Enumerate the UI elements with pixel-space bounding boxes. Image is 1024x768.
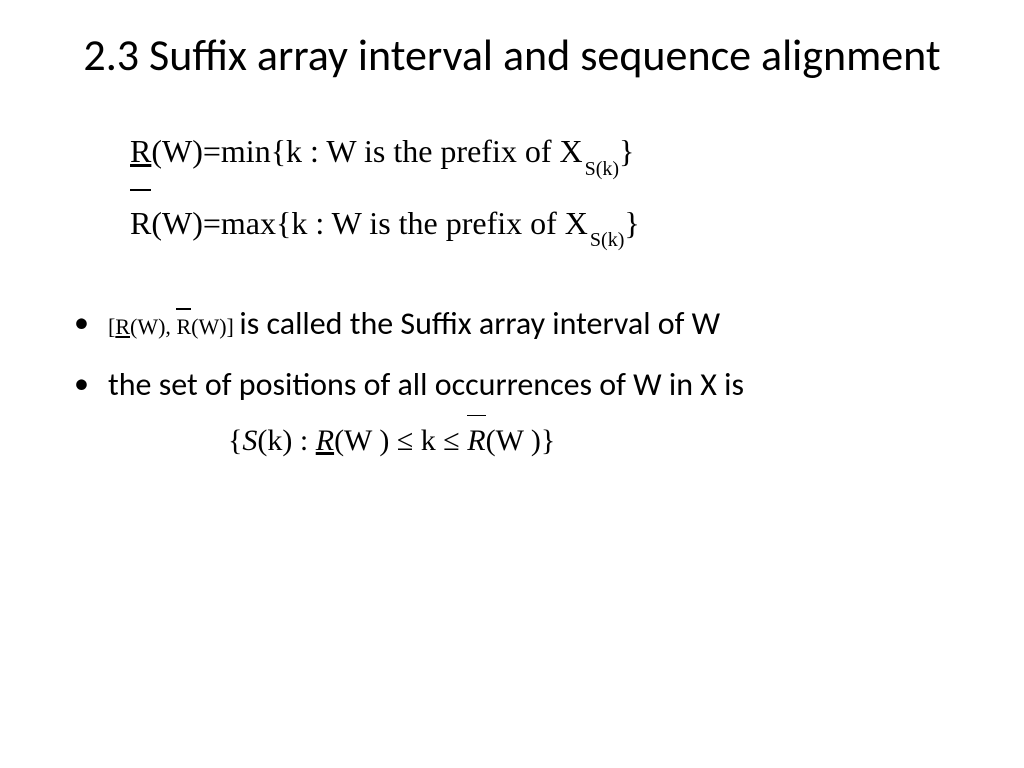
bullet-text: the set of positions of all occurrences …: [108, 365, 744, 404]
w-paren-close: (W)]: [191, 314, 234, 339]
w-paren: (W),: [130, 314, 171, 339]
S-letter: S: [242, 424, 257, 457]
slide-content: 2.3 Suffix array interval and sequence a…: [0, 0, 1024, 768]
eq-w: (W): [151, 123, 203, 181]
eq-subscript: S(k): [590, 222, 624, 258]
w-close: (W ): [486, 424, 541, 457]
r-under-set: R: [316, 424, 334, 457]
bullet-list: [R(W), R(W)] is called the Suffix array …: [60, 302, 964, 462]
bullet-interval: [R(W), R(W)] is called the Suffix array …: [60, 302, 964, 347]
interval-notation: [R(W), R(W)]: [108, 314, 239, 339]
slide-title: 2.3 Suffix array interval and sequence a…: [60, 28, 964, 83]
eq-rest-b: }: [624, 195, 639, 253]
eq-subscript: S(k): [585, 151, 619, 187]
brace-open: {: [228, 424, 242, 457]
bullet-text: is called the Suffix array interval of W: [239, 304, 720, 343]
equation-block: R (W) = min {k : W is the prefix of X S(…: [60, 123, 964, 252]
set-expression: {S(k) : R(W ) ≤ k ≤ R(W )}: [108, 420, 964, 462]
eq-op-max: max: [221, 195, 276, 253]
eq-equals: =: [203, 123, 221, 181]
eq-equals: =: [203, 195, 221, 253]
eq-rest-a: {k : W is the prefix of X: [276, 195, 588, 253]
bullet-positions: the set of positions of all occurrences …: [60, 363, 964, 462]
k-paren: (k) :: [257, 424, 315, 457]
equation-r-min: R (W) = min {k : W is the prefix of X S(…: [130, 123, 964, 181]
eq-rest-b: }: [619, 123, 634, 181]
brace-close: }: [541, 424, 555, 457]
w-ineq: (W ) ≤ k ≤: [334, 424, 467, 457]
eq-rest-a: {k : W is the prefix of X: [271, 123, 583, 181]
r-overline: R: [130, 195, 151, 253]
eq-op-min: min: [221, 123, 271, 181]
r-over-set: R: [467, 420, 485, 462]
r-underline: R: [130, 123, 151, 181]
equation-r-max: R (W) = max {k : W is the prefix of X S(…: [130, 195, 964, 253]
r-underline-small: R: [115, 314, 130, 339]
r-overline-small: R: [176, 312, 191, 343]
eq-w: (W): [151, 195, 203, 253]
